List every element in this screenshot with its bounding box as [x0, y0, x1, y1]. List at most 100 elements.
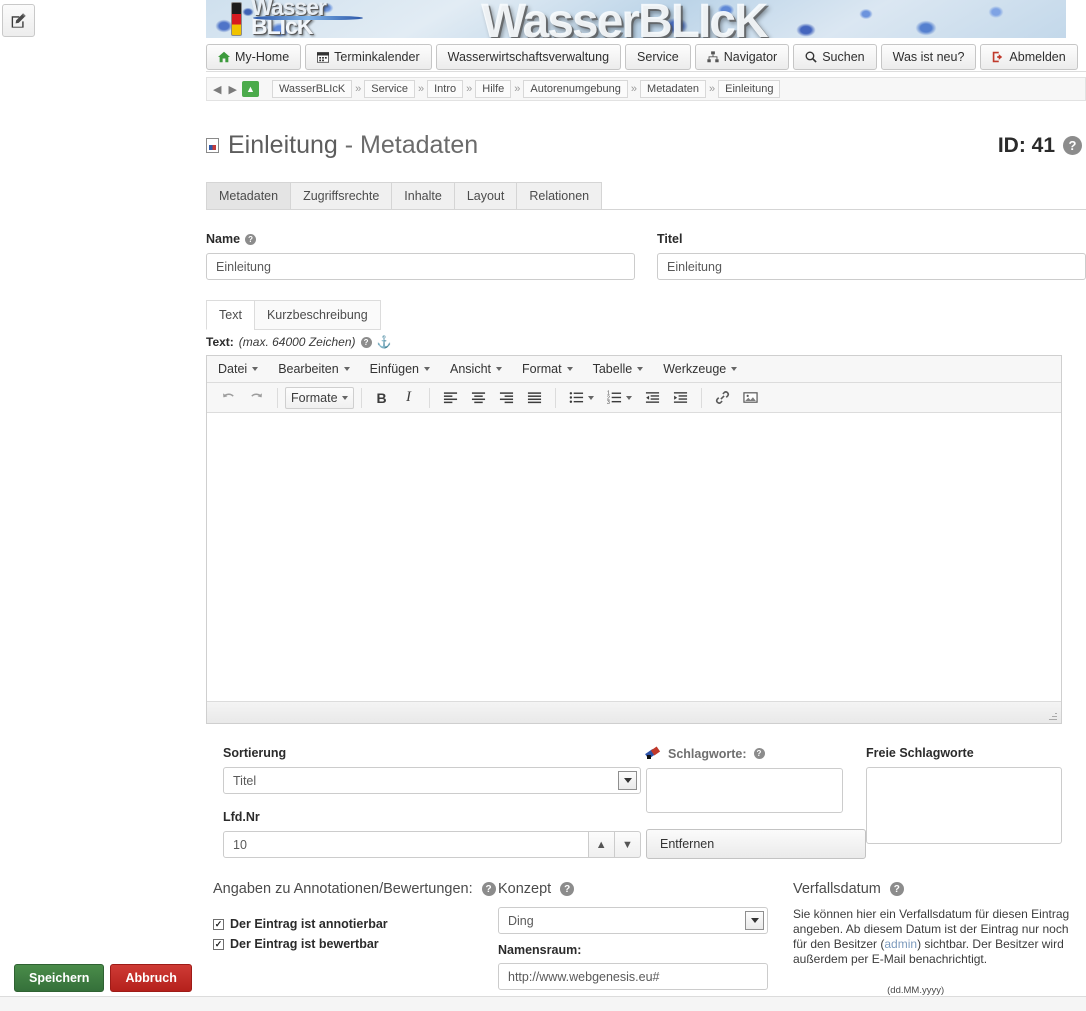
help-circle-icon[interactable]: ?: [481, 882, 496, 896]
nav-label: My-Home: [235, 49, 290, 64]
formats-dropdown[interactable]: Formate: [285, 386, 354, 409]
arrow-right-icon[interactable]: ▶: [226, 83, 238, 96]
anchor-icon[interactable]: ⚓: [377, 335, 392, 349]
align-center-icon[interactable]: [465, 387, 492, 409]
breadcrumb-separator: »: [466, 83, 473, 95]
toolbar-separator: [554, 387, 556, 408]
link-icon[interactable]: [709, 387, 736, 409]
schlagworte-remove-button[interactable]: Entfernen: [646, 829, 866, 859]
indent-icon[interactable]: [667, 387, 694, 409]
annotierbar-checkbox[interactable]: ✓: [213, 918, 224, 930]
nav-item-was-ist-neu[interactable]: Was ist neu?: [880, 43, 977, 70]
undo-arrow-icon[interactable]: [215, 387, 242, 409]
nav-item-service[interactable]: Service: [625, 43, 691, 70]
outdent-icon[interactable]: [639, 387, 666, 409]
lower-form-row: Sortierung Titel Lfd.Nr ▲ ▼ Schlagw: [206, 746, 1086, 859]
edit-page-button[interactable]: [2, 4, 35, 37]
help-circle-icon[interactable]: ?: [560, 882, 575, 896]
chevron-down-icon: [637, 367, 644, 371]
home-icon: [218, 51, 230, 62]
name-title-row: Name ? Titel: [206, 232, 1086, 280]
nav-item-abmelden[interactable]: Abmelden: [980, 43, 1078, 70]
sitemap-icon: [707, 50, 719, 62]
editor-menu-tabelle[interactable]: Tabelle: [584, 359, 653, 379]
tab-metadaten[interactable]: Metadaten: [206, 182, 292, 209]
nav-item-my-home[interactable]: My-Home: [206, 43, 302, 70]
bewertbar-checkbox[interactable]: ✓: [213, 938, 224, 950]
menu-label: Datei: [218, 362, 248, 376]
tab-relationen[interactable]: Relationen: [516, 182, 603, 209]
formats-group: Formate: [281, 386, 358, 409]
german-flag-icon: [231, 2, 242, 36]
site-banner: Wasser BLIcK WasserBLIcK: [206, 0, 1066, 38]
editor-menu-format[interactable]: Format: [513, 359, 582, 379]
tab-inhalte[interactable]: Inhalte: [391, 182, 455, 209]
breadcrumb-item[interactable]: Hilfe: [475, 80, 512, 98]
help-circle-icon[interactable]: ?: [245, 233, 257, 245]
tab-zugriffsrechte[interactable]: Zugriffsrechte: [290, 182, 393, 209]
schlagworte-listbox[interactable]: [646, 768, 843, 813]
breadcrumb-item[interactable]: WasserBLIcK: [271, 80, 353, 98]
tab-kurzbeschreibung[interactable]: Kurzbeschreibung: [253, 300, 381, 330]
save-button[interactable]: Speichern: [14, 964, 105, 992]
editor-content-area[interactable]: [207, 413, 1061, 701]
breadcrumb-list: WasserBLIcK » Service » Intro » Hilfe » …: [271, 80, 781, 98]
help-circle-icon[interactable]: ?: [889, 882, 904, 896]
editor-menu-werkzeuge[interactable]: Werkzeuge: [654, 359, 746, 379]
breadcrumb-item[interactable]: Autorenumgebung: [523, 80, 628, 98]
bold-button[interactable]: B: [369, 387, 395, 409]
image-icon[interactable]: [737, 387, 764, 409]
titel-input[interactable]: [657, 253, 1086, 280]
editor-menu-bearbeiten[interactable]: Bearbeiten: [269, 359, 358, 379]
chevron-down-icon: [252, 367, 259, 371]
help-circle-icon[interactable]: ?: [1063, 136, 1082, 155]
nav-label: Was ist neu?: [892, 49, 965, 64]
chevron-up-icon[interactable]: ▲: [588, 831, 615, 858]
redo-arrow-icon[interactable]: [243, 387, 270, 409]
numbered-list-icon[interactable]: 123: [601, 387, 638, 409]
toolbar-separator: [360, 387, 362, 408]
breadcrumb-item[interactable]: Einleitung: [718, 80, 781, 98]
nav-item-wasserwirtschaftsverwaltung[interactable]: Wasserwirtschaftsverwaltung: [435, 43, 622, 70]
lfdnr-input[interactable]: [223, 831, 589, 858]
schlagworte-group: Schlagworte: ? Entfernen: [645, 746, 866, 859]
cancel-button[interactable]: Abbruch: [110, 964, 192, 992]
sortierung-select[interactable]: Titel: [223, 767, 641, 794]
breadcrumb-item[interactable]: Intro: [427, 80, 464, 98]
freie-schlagworte-textarea[interactable]: [866, 767, 1062, 844]
tab-layout[interactable]: Layout: [453, 182, 518, 209]
nav-item-terminkalender[interactable]: Terminkalender: [305, 43, 432, 70]
bewertbar-checkbox-row[interactable]: ✓ Der Eintrag ist bewertbar: [213, 937, 498, 951]
nav-item-suchen[interactable]: Suchen: [793, 43, 877, 70]
resize-grip-icon[interactable]: [1047, 710, 1057, 720]
align-justify-icon[interactable]: [521, 387, 548, 409]
menu-label: Format: [522, 362, 562, 376]
editor-menu-einfuegen[interactable]: Einfügen: [361, 359, 439, 379]
banner-logo-large: WasserBLIcK: [481, 0, 769, 38]
help-circle-icon[interactable]: ?: [360, 336, 372, 348]
editor-menu-ansicht[interactable]: Ansicht: [441, 359, 511, 379]
nav-item-navigator[interactable]: Navigator: [694, 43, 790, 70]
annotierbar-checkbox-row[interactable]: ✓ Der Eintrag ist annotierbar: [213, 917, 498, 931]
help-circle-icon[interactable]: ?: [753, 748, 765, 759]
breadcrumb-item[interactable]: Metadaten: [640, 80, 707, 98]
arrow-left-icon[interactable]: ◀: [211, 83, 223, 96]
content-tabs: Text Kurzbeschreibung: [206, 300, 1086, 330]
bullet-list-icon[interactable]: [563, 387, 600, 409]
namensraum-input[interactable]: [498, 963, 768, 990]
name-field-group: Name ?: [206, 232, 635, 280]
arrow-up-icon[interactable]: ▲: [241, 81, 259, 97]
name-input[interactable]: [206, 253, 635, 280]
chevron-down-icon[interactable]: ▼: [614, 831, 641, 858]
editor-menu-datei[interactable]: Datei: [209, 359, 267, 379]
align-left-icon[interactable]: [437, 387, 464, 409]
annotationen-group: Angaben zu Annotationen/Bewertungen: ? ✓…: [206, 881, 498, 1011]
menu-label: Ansicht: [450, 362, 492, 376]
breadcrumb-item[interactable]: Service: [364, 80, 415, 98]
align-right-icon[interactable]: [493, 387, 520, 409]
tab-text[interactable]: Text: [206, 300, 255, 330]
konzept-select[interactable]: Ding: [498, 907, 768, 934]
breadcrumb-separator: »: [514, 83, 521, 95]
nav-label: Suchen: [822, 49, 865, 64]
italic-button[interactable]: I: [396, 387, 422, 409]
